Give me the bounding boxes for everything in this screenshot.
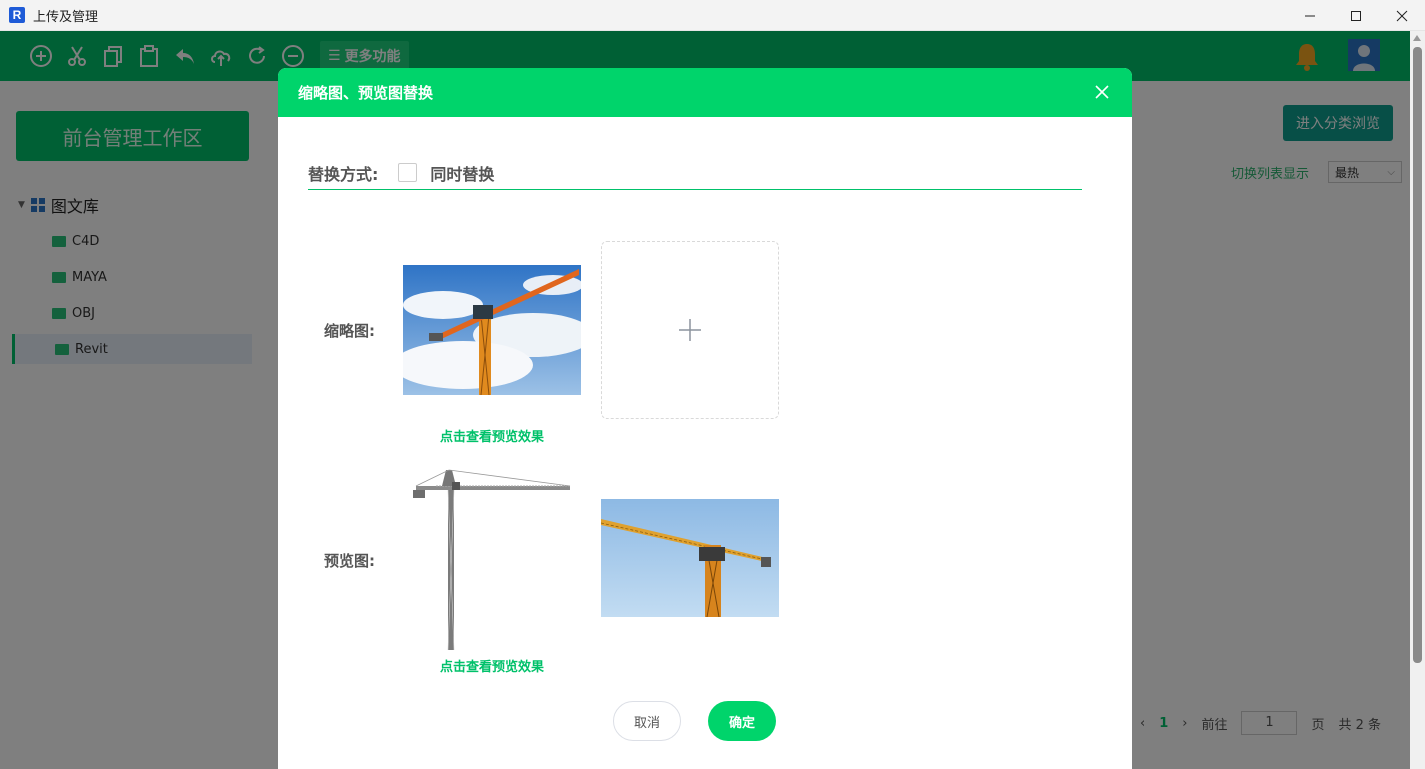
preview-image[interactable] [412, 468, 572, 650]
scroll-up-icon[interactable] [1413, 35, 1421, 41]
plus-icon [679, 319, 701, 341]
close-icon [1396, 10, 1408, 21]
close-icon[interactable] [1094, 84, 1110, 100]
vertical-scrollbar[interactable] [1410, 31, 1425, 769]
scroll-thumb[interactable] [1413, 47, 1422, 663]
preview-replacement-image[interactable] [601, 499, 779, 617]
cancel-button[interactable]: 取消 [613, 701, 681, 741]
close-window-button[interactable] [1379, 0, 1425, 31]
thumbnail-preview-link[interactable]: 点击查看预览效果 [402, 426, 582, 445]
thumbnail-upload-box[interactable] [601, 241, 779, 419]
confirm-button[interactable]: 确定 [708, 701, 776, 741]
preview-preview-link[interactable]: 点击查看预览效果 [402, 656, 582, 675]
minimize-icon [1305, 15, 1315, 16]
thumbnail-image[interactable] [403, 265, 581, 395]
replace-mode-label: 替换方式: [308, 164, 379, 184]
title-bar: R 上传及管理 [0, 0, 1425, 31]
maximize-button[interactable] [1333, 0, 1379, 31]
replace-mode-row: 替换方式: 同时替换 [308, 156, 1082, 190]
app-logo-icon: R [9, 7, 25, 23]
minimize-button[interactable] [1287, 0, 1333, 31]
dialog-header: 缩略图、预览图替换 [278, 68, 1132, 117]
replace-both-checkbox[interactable] [398, 163, 418, 182]
replace-image-dialog: 缩略图、预览图替换 替换方式: 同时替换 缩略图: 点击查看预览效果 预览图: … [278, 68, 1132, 769]
window-title: 上传及管理 [33, 9, 99, 25]
dialog-title: 缩略图、预览图替换 [298, 84, 434, 102]
thumbnail-label: 缩略图: [324, 322, 375, 340]
replace-both-label[interactable]: 同时替换 [430, 161, 494, 185]
preview-label: 预览图: [324, 552, 375, 570]
maximize-icon [1351, 10, 1361, 21]
